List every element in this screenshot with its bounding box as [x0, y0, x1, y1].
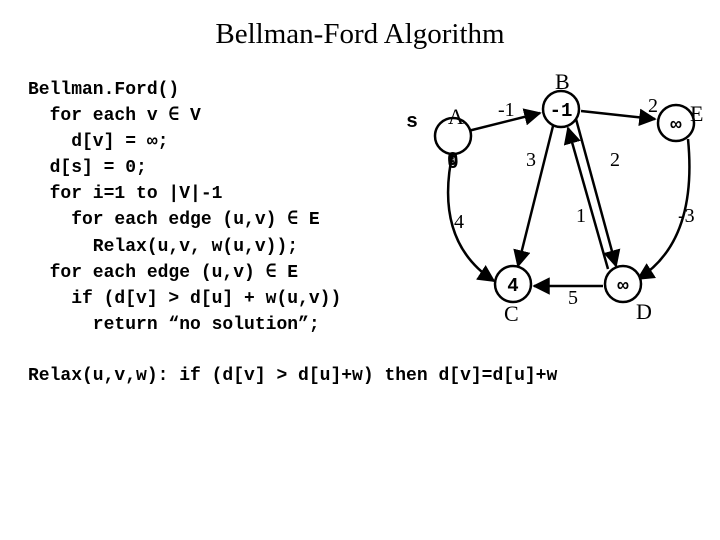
code-line: for each edge (u,v) ∈ E: [28, 210, 320, 230]
content-area: Bellman.Ford() for each v ∈ V d[v] = ∞; …: [0, 77, 720, 386]
edge-db: [568, 128, 608, 269]
edge-ed: [638, 139, 689, 279]
node-a: [435, 118, 471, 154]
node-a-value: 0: [447, 152, 458, 174]
code-line: for each edge (u,v) ∈ E: [28, 263, 298, 283]
node-d-value: ∞: [617, 275, 629, 297]
node-e-value: ∞: [670, 114, 682, 136]
node-c-value: 4: [507, 275, 518, 297]
code-line: for each v ∈ V: [28, 106, 201, 126]
code-line: d[v] = ∞;: [28, 132, 168, 152]
code-line: return “no solution”;: [28, 315, 320, 335]
code-line: d[s] = 0;: [28, 158, 147, 178]
code-line: Relax(u,v, w(u,v));: [28, 237, 298, 257]
edge-ab: [468, 113, 540, 131]
code-line: Bellman.Ford(): [28, 80, 179, 100]
code-line: for i=1 to |V|-1: [28, 184, 222, 204]
relax-definition: Relax(u,v,w): if (d[v] > d[u]+w) then d[…: [28, 366, 720, 386]
edge-be: [581, 111, 655, 119]
code-line: if (d[v] > d[u] + w(u,v)): [28, 289, 341, 309]
page-title: Bellman-Ford Algorithm: [0, 0, 720, 51]
node-b-value: -1: [550, 100, 573, 122]
edge-bd: [576, 119, 616, 266]
edge-bc: [518, 126, 553, 266]
graph-diagram: 0 -1 ∞ 4 ∞ s A B E C D 0 -1 4 3 2: [398, 71, 708, 331]
